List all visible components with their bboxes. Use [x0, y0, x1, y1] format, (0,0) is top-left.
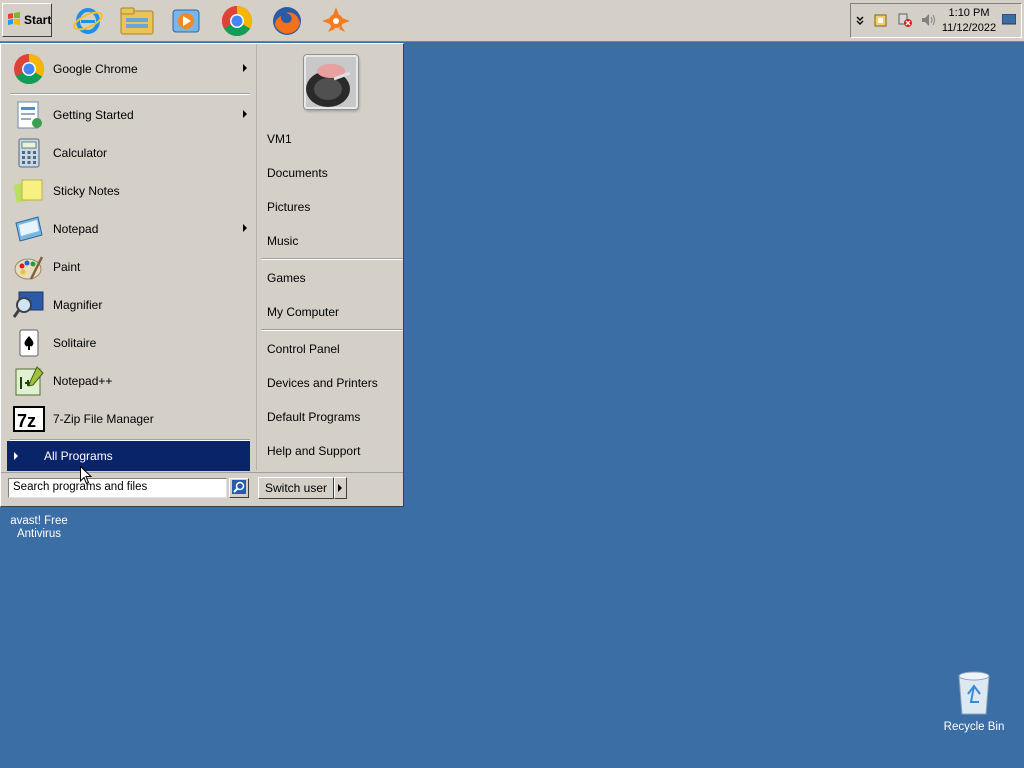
place-pictures[interactable]: Pictures: [267, 200, 310, 214]
program-label: Magnifier: [53, 298, 103, 312]
sticky-notes-icon: [13, 175, 45, 207]
chrome-icon[interactable]: [219, 3, 255, 39]
program-sticky-notes[interactable]: Sticky Notes: [7, 173, 253, 209]
program-label: Google Chrome: [53, 62, 138, 76]
place-my-computer[interactable]: My Computer: [267, 305, 339, 319]
program-label: Getting Started: [53, 108, 134, 122]
system-tray: 1:10 PM 11/12/2022: [850, 3, 1022, 38]
program-notepad[interactable]: Notepad: [7, 211, 253, 247]
getting-started-icon: [13, 99, 45, 131]
place-control-panel[interactable]: Control Panel: [267, 342, 340, 356]
recycle-bin-icon: [955, 668, 993, 719]
start-menu: Google Chrome Getting Started Calculator…: [0, 43, 404, 507]
recycle-bin-label: Recycle Bin: [943, 721, 1005, 733]
program-paint[interactable]: Paint: [7, 249, 253, 285]
place-music[interactable]: Music: [267, 234, 298, 248]
shutdown-options-button[interactable]: [334, 477, 347, 499]
search-button[interactable]: [229, 478, 249, 498]
program-label: Notepad: [53, 222, 99, 236]
windows-explorer-icon[interactable]: [119, 3, 155, 39]
submenu-arrow-icon: [243, 64, 247, 72]
solitaire-icon: [13, 327, 45, 359]
program-getting-started[interactable]: Getting Started: [7, 97, 253, 133]
search-input[interactable]: Search programs and files: [8, 478, 227, 498]
submenu-arrow-icon: [243, 224, 247, 232]
places-separator-1: [261, 258, 403, 260]
action-center-icon[interactable]: [873, 12, 889, 28]
program-label: Calculator: [53, 146, 108, 160]
magnifier-icon: [12, 289, 45, 321]
firefox-icon[interactable]: [269, 3, 305, 39]
clock-time[interactable]: 1:10 PM: [939, 7, 999, 19]
all-programs-label: All Programs: [44, 449, 113, 463]
place-default-programs[interactable]: Default Programs: [267, 410, 360, 424]
expand-arrow-icon: [14, 452, 18, 460]
notepad-icon: [13, 213, 45, 245]
7zip-icon: 7z: [13, 403, 45, 435]
program-calculator[interactable]: Calculator: [7, 135, 253, 171]
submenu-arrow-icon: [243, 110, 247, 118]
program-label: 7-Zip File Manager: [53, 412, 154, 426]
chevron-down-icon[interactable]: [855, 12, 871, 28]
internet-explorer-icon[interactable]: [70, 3, 106, 39]
arrow-right-icon: [338, 484, 342, 492]
program-label: Solitaire: [53, 336, 97, 350]
avast-desktop-label-line1: avast! Free: [10, 515, 68, 527]
start-menu-bottom-bar: Search programs and files Switch user: [1, 472, 403, 507]
notepad-plus-plus-icon: [13, 365, 45, 397]
media-player-icon[interactable]: [168, 3, 204, 39]
mouse-cursor-icon: [80, 465, 93, 489]
program-notepad-plus-plus[interactable]: Notepad++: [7, 363, 253, 399]
program-label: Notepad++: [53, 374, 113, 388]
program-label: Paint: [53, 260, 81, 274]
calculator-icon: [13, 137, 45, 169]
start-button[interactable]: Start: [2, 3, 52, 37]
all-programs-button[interactable]: All Programs: [7, 441, 250, 471]
avast-desktop-label-line2: Antivirus: [16, 528, 62, 540]
chrome-icon: [13, 53, 45, 85]
show-desktop-icon[interactable]: [1001, 13, 1018, 30]
place-games[interactable]: Games: [267, 271, 306, 285]
program-label: Sticky Notes: [53, 184, 120, 198]
program-solitaire[interactable]: Solitaire: [7, 325, 253, 361]
user-picture[interactable]: [304, 55, 358, 109]
pinned-separator: [10, 93, 250, 95]
start-menu-places-pane: VM1 Documents Pictures Music Games My Co…: [256, 44, 404, 470]
network-error-icon[interactable]: [897, 12, 913, 28]
program-google-chrome[interactable]: Google Chrome: [7, 51, 253, 87]
place-vm1[interactable]: VM1: [267, 132, 292, 146]
place-help-and-support[interactable]: Help and Support: [267, 444, 360, 458]
place-devices-and-printers[interactable]: Devices and Printers: [267, 376, 378, 390]
program-7zip-file-manager[interactable]: 7z 7-Zip File Manager: [7, 401, 253, 437]
place-documents[interactable]: Documents: [267, 166, 328, 180]
volume-icon[interactable]: [920, 12, 936, 28]
paint-icon: [13, 251, 45, 283]
program-magnifier[interactable]: Magnifier: [7, 287, 253, 323]
switch-user-button[interactable]: Switch user: [258, 477, 334, 499]
windows-logo-icon: [7, 11, 21, 29]
svg-text:7z: 7z: [17, 411, 36, 431]
avast-icon[interactable]: [318, 3, 354, 39]
search-icon: [232, 479, 246, 497]
taskbar: Start 1:10 PM 11/12/2022: [0, 0, 1024, 42]
clock-date[interactable]: 11/12/2022: [939, 22, 999, 34]
start-menu-programs-pane: Google Chrome Getting Started Calculator…: [4, 46, 254, 470]
start-label: Start: [24, 13, 52, 27]
places-separator-2: [261, 329, 403, 331]
